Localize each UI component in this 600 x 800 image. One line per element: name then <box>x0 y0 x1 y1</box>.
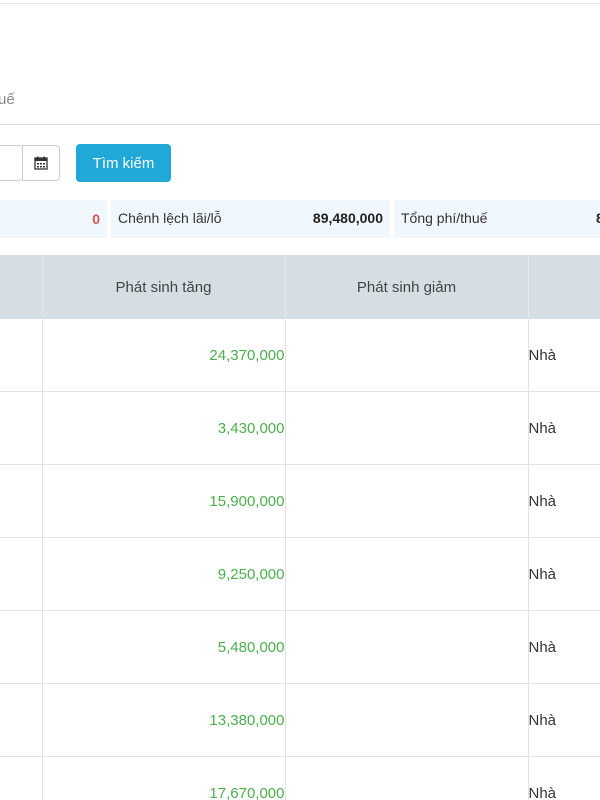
note-cell: Nhà <box>528 756 600 800</box>
decrease-cell <box>285 683 529 757</box>
pnl-label: Chênh lệch lãi/lỗ <box>118 210 222 226</box>
pnl-value: 89,480,000 <box>312 210 383 226</box>
increase-cell: 3,430,000 <box>42 391 286 465</box>
increase-cell: 17,670,000 <box>42 756 286 800</box>
increase-cell: 13,380,000 <box>42 683 286 757</box>
table-row[interactable]: 9,250,000 Nhà <box>0 537 600 611</box>
table-cell <box>0 464 43 538</box>
fee-value: 8 <box>596 210 600 226</box>
calendar-icon <box>34 156 48 170</box>
increase-cell: 15,900,000 <box>42 464 286 538</box>
table-cell <box>0 610 43 684</box>
note-cell: Nhà <box>528 537 600 611</box>
increase-cell: 5,480,000 <box>42 610 286 684</box>
top-divider <box>0 0 600 4</box>
table-row[interactable]: 13,380,000 Nhà <box>0 683 600 757</box>
column-header-decrease[interactable]: Phát sinh giảm <box>285 255 529 319</box>
decrease-cell <box>285 319 529 392</box>
transactions-table: Phát sinh tăng Phát sinh giảm 24,370,000… <box>0 255 600 800</box>
tab-fee-tax[interactable]: uế <box>0 91 15 108</box>
decrease-cell <box>285 464 529 538</box>
summary-first-value: 0 <box>92 211 100 227</box>
note-cell: Nhà <box>528 391 600 465</box>
date-picker-button[interactable] <box>22 145 60 181</box>
note-cell: Nhà <box>528 319 600 392</box>
summary-box-fee: Tổng phí/thuế 8 <box>394 200 600 238</box>
tab-divider <box>0 124 600 125</box>
table-row[interactable]: 5,480,000 Nhà <box>0 610 600 684</box>
decrease-cell <box>285 756 529 800</box>
table-cell <box>0 319 43 392</box>
decrease-cell <box>285 610 529 684</box>
decrease-cell <box>285 537 529 611</box>
column-header[interactable] <box>0 255 43 319</box>
table-row[interactable]: 24,370,000 Nhà <box>0 319 600 392</box>
summary-box-first: 0 <box>0 200 107 238</box>
increase-cell: 9,250,000 <box>42 537 286 611</box>
note-cell: Nhà <box>528 610 600 684</box>
table-cell <box>0 756 43 800</box>
page: uế Tìm kiếm 0 Chênh lệch lãi/lỗ 89,480,0… <box>0 0 600 800</box>
increase-cell: 24,370,000 <box>42 319 286 392</box>
column-header-increase[interactable]: Phát sinh tăng <box>42 255 286 319</box>
table-cell <box>0 391 43 465</box>
fee-label: Tổng phí/thuế <box>401 210 488 226</box>
decrease-cell <box>285 391 529 465</box>
column-header[interactable] <box>528 255 600 319</box>
table-row[interactable]: 15,900,000 Nhà <box>0 464 600 538</box>
note-cell: Nhà <box>528 464 600 538</box>
table-header-row: Phát sinh tăng Phát sinh giảm <box>0 255 600 319</box>
date-to-input[interactable] <box>0 145 22 181</box>
note-cell: Nhà <box>528 683 600 757</box>
table-row[interactable]: 3,430,000 Nhà <box>0 391 600 465</box>
table-row[interactable]: 17,670,000 Nhà <box>0 756 600 800</box>
table-cell <box>0 537 43 611</box>
summary-box-pnl: Chênh lệch lãi/lỗ 89,480,000 <box>111 200 390 238</box>
table-cell <box>0 683 43 757</box>
search-button[interactable]: Tìm kiếm <box>76 144 171 182</box>
